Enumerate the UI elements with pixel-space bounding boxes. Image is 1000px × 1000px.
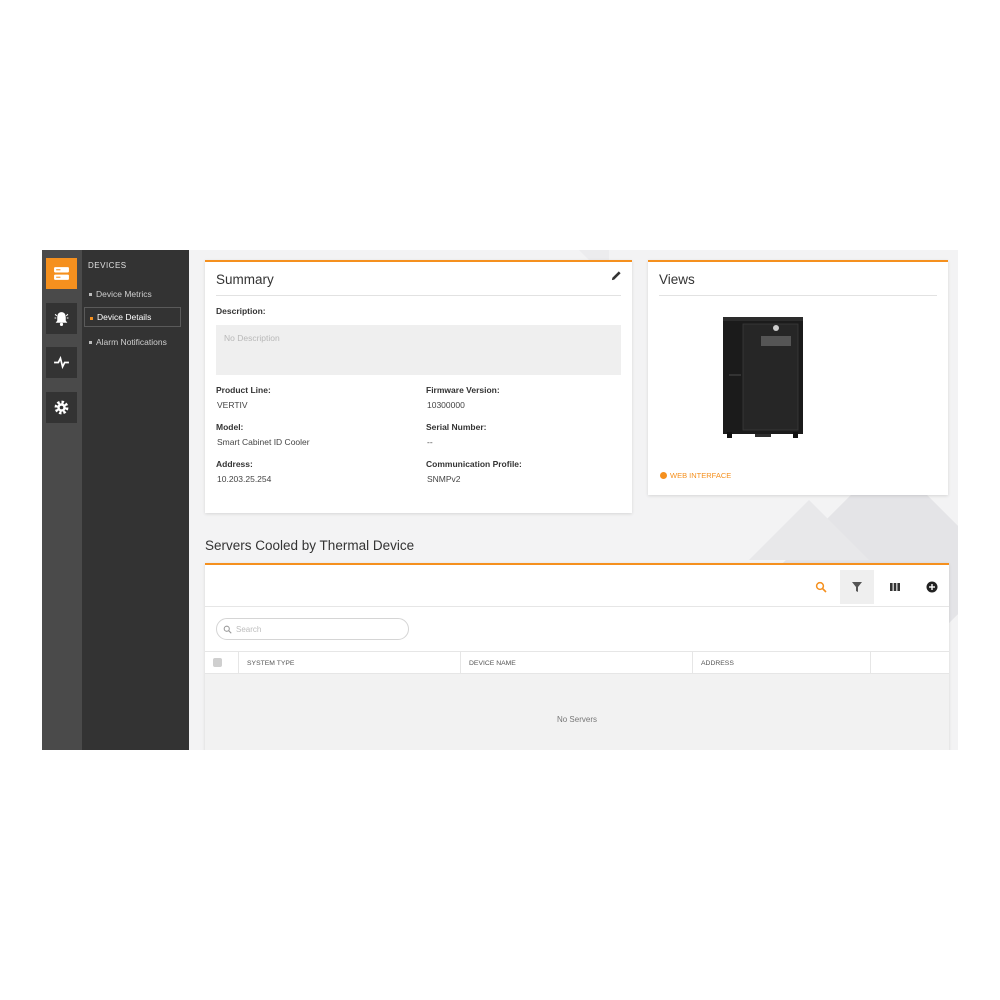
rail-settings-button[interactable] [46, 392, 77, 423]
views-title: Views [659, 272, 695, 287]
summary-card: Summary Description: No Description Prod… [205, 260, 632, 513]
rail-metrics-button[interactable] [46, 347, 77, 378]
comm-profile-label: Communication Profile: [426, 459, 522, 469]
empty-state-text: No Servers [556, 715, 597, 724]
nav-item-device-details[interactable]: Device Details [84, 307, 181, 327]
nav-item-alarm-notifications[interactable]: Alarm Notifications [84, 332, 181, 352]
product-line-value: VERTIV [217, 400, 248, 410]
pulse-icon [54, 355, 69, 370]
icon-rail [42, 250, 82, 750]
comm-profile-value: SNMPv2 [427, 474, 461, 484]
filter-icon [852, 582, 862, 592]
main-content: Summary Description: No Description Prod… [189, 250, 958, 750]
address-value: 10.203.25.254 [217, 474, 272, 484]
serial-value: -- [427, 437, 433, 447]
add-server-button[interactable] [915, 570, 949, 604]
servers-table-card: SYSTEM TYPE DEVICE NAME ADDRESS No Serve… [205, 563, 949, 750]
rail-alarms-button[interactable] [46, 303, 77, 334]
gear-icon [54, 400, 69, 415]
description-box: No Description [216, 325, 621, 375]
serial-label: Serial Number: [426, 422, 487, 432]
firmware-value: 10300000 [427, 400, 465, 410]
columns-icon [890, 583, 900, 591]
address-label: Address: [216, 459, 253, 469]
filter-button[interactable] [840, 570, 874, 604]
rail-devices-button[interactable] [46, 258, 77, 289]
devices-nav: DEVICES Device Metrics Device Details Al… [82, 250, 189, 750]
column-device-name[interactable]: DEVICE NAME [460, 652, 692, 674]
card-divider [659, 295, 937, 296]
model-label: Model: [216, 422, 244, 432]
app-window: DEVICES Device Metrics Device Details Al… [42, 250, 958, 750]
firmware-label: Firmware Version: [426, 385, 500, 395]
servers-section-title: Servers Cooled by Thermal Device [205, 538, 415, 553]
plus-circle-icon [926, 581, 938, 593]
web-interface-label: WEB INTERFACE [670, 471, 732, 480]
nav-item-device-metrics[interactable]: Device Metrics [84, 284, 181, 304]
alarm-bell-icon [54, 312, 69, 326]
model-value: Smart Cabinet ID Cooler [217, 437, 310, 447]
select-all-checkbox[interactable] [213, 658, 222, 667]
column-actions [870, 652, 949, 674]
background-shape [749, 500, 869, 560]
views-card: Views WEB INTERFACE [648, 260, 948, 495]
search-box[interactable] [216, 618, 409, 640]
search-icon [815, 581, 827, 593]
web-interface-link[interactable]: WEB INTERFACE [660, 471, 731, 480]
globe-icon [660, 472, 667, 479]
search-input[interactable] [236, 624, 396, 634]
pencil-icon[interactable] [611, 270, 622, 281]
column-address[interactable]: ADDRESS [692, 652, 870, 674]
product-line-label: Product Line: [216, 385, 271, 395]
table-body: No Servers [205, 674, 949, 750]
description-label: Description: [216, 306, 266, 316]
nav-header: DEVICES [88, 261, 127, 270]
column-system-type[interactable]: SYSTEM TYPE [238, 652, 460, 674]
columns-button[interactable] [878, 570, 912, 604]
table-header: SYSTEM TYPE DEVICE NAME ADDRESS [205, 651, 949, 674]
device-cabinet-image [723, 317, 803, 438]
description-value: No Description [224, 333, 280, 343]
search-icon [223, 625, 232, 634]
devices-icon [54, 267, 69, 280]
card-divider [216, 295, 621, 296]
summary-title: Summary [216, 272, 274, 287]
search-toggle-button[interactable] [804, 570, 838, 604]
toolbar-divider [205, 606, 949, 607]
